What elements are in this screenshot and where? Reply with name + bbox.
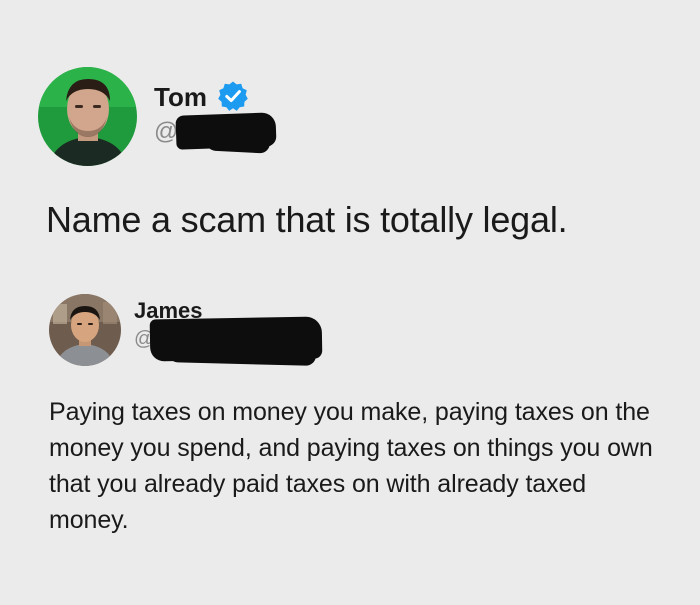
- post-text: Name a scam that is totally legal.: [46, 199, 568, 240]
- redaction-mark: [205, 128, 271, 154]
- redaction-mark: [167, 340, 317, 366]
- original-post: Tom @ Name a scam that is totally legal.: [0, 0, 700, 260]
- reply-text: Paying taxes on money you make, paying t…: [49, 398, 653, 534]
- avatar-james[interactable]: [49, 294, 121, 366]
- reply-post: James @ Paying taxes on money you make, …: [0, 280, 700, 570]
- author-name[interactable]: Tom: [154, 82, 207, 113]
- avatar-tom[interactable]: [38, 67, 137, 166]
- verified-badge-icon: [217, 80, 249, 112]
